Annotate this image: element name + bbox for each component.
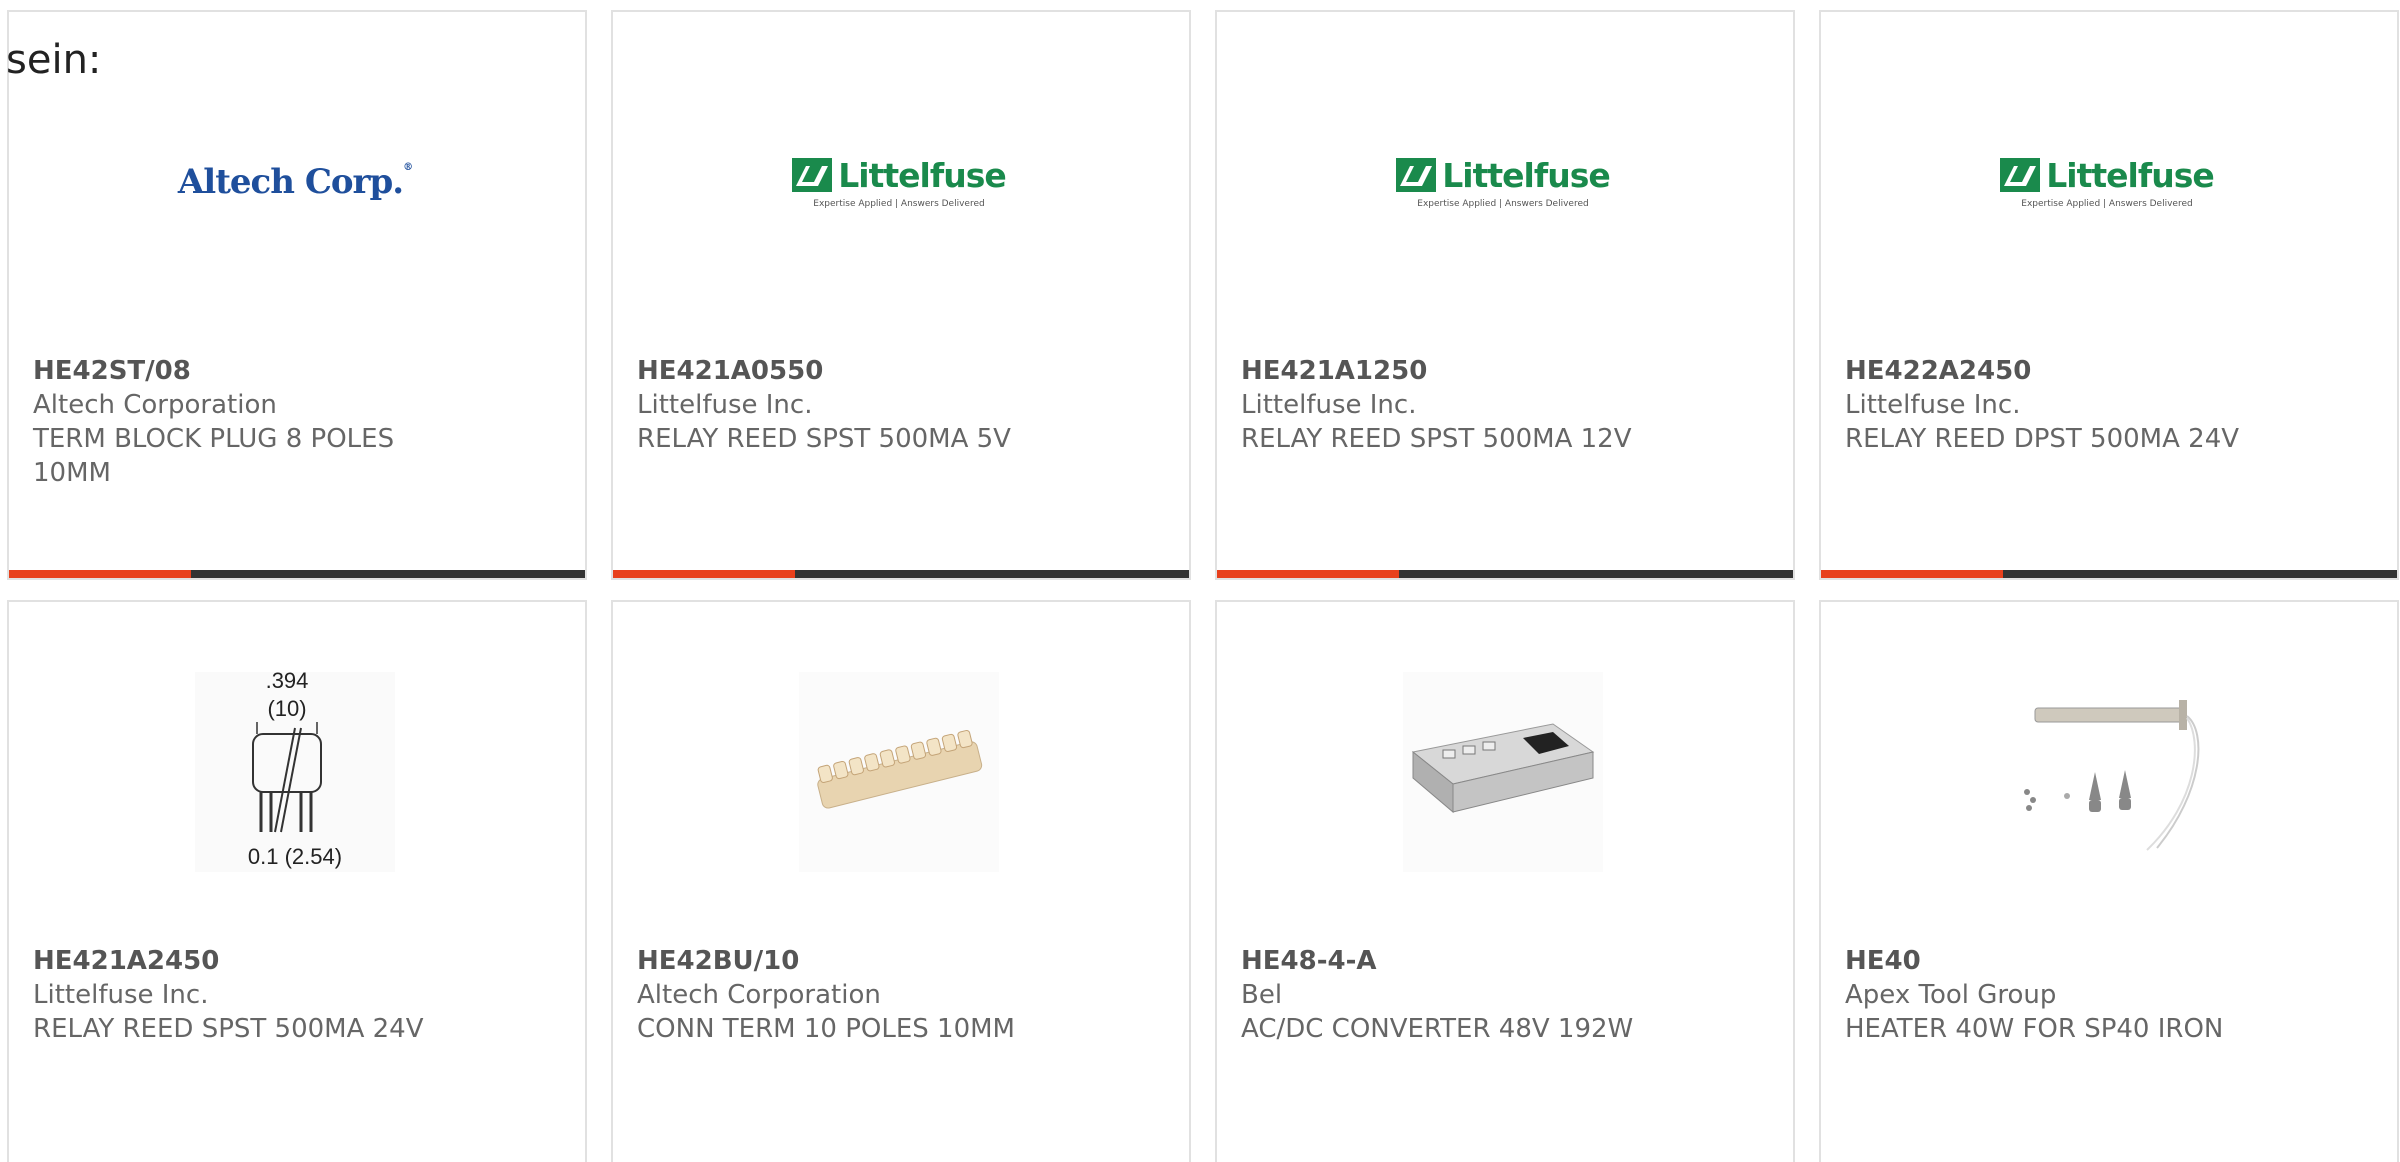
relay-dimension-drawing: .394 (10) 0.1 (2.54) (195, 672, 395, 872)
part-number[interactable]: HE421A2450 (33, 944, 561, 978)
part-number[interactable]: HE421A1250 (1241, 354, 1769, 388)
terminal-strip-icon (799, 672, 999, 872)
littelfuse-logo-image: Littelfuse Expertise Applied | Answers D… (2000, 82, 2215, 282)
part-number[interactable]: HE421A0550 (637, 354, 1165, 388)
product-card[interactable]: Altech Corp.® HE42ST/08 Altech Corporati… (7, 10, 587, 580)
altech-logo-image: Altech Corp.® (178, 82, 413, 282)
manufacturer: Apex Tool Group (1845, 980, 2057, 1010)
card-accent-bar (1821, 570, 2397, 578)
product-card[interactable]: HE40 Apex Tool Group HEATER 40W FOR SP40… (1819, 600, 2399, 1162)
product-info: HE422A2450 Littelfuse Inc. RELAY REED DP… (1845, 354, 2373, 456)
accent-segment (613, 570, 795, 578)
accent-segment (1217, 570, 1399, 578)
card-accent-bar (9, 570, 585, 578)
terminal-strip-photo (799, 672, 999, 872)
svg-text:0.1 (2.54): 0.1 (2.54) (248, 844, 342, 869)
part-number[interactable]: HE42ST/08 (33, 354, 561, 388)
manufacturer: Littelfuse Inc. (1241, 390, 1417, 420)
part-number[interactable]: HE42BU/10 (637, 944, 1165, 978)
manufacturer: Littelfuse Inc. (637, 390, 813, 420)
littelfuse-mark-icon (792, 158, 833, 192)
product-info: HE421A1250 Littelfuse Inc. RELAY REED SP… (1241, 354, 1769, 456)
product-info: HE48-4-A Bel AC/DC CONVERTER 48V 192W (1241, 944, 1769, 1046)
heater-element-photo (2007, 672, 2207, 872)
product-grid: Altech Corp.® HE42ST/08 Altech Corporati… (7, 10, 2399, 1162)
product-info: HE421A2450 Littelfuse Inc. RELAY REED SP… (33, 944, 561, 1046)
littelfuse-logo: Littelfuse Expertise Applied | Answers D… (792, 156, 1007, 209)
description: HEATER 40W FOR SP40 IRON (1845, 1014, 2224, 1044)
description: AC/DC CONVERTER 48V 192W (1241, 1014, 1634, 1044)
manufacturer: Altech Corporation (637, 980, 881, 1010)
svg-text:(10): (10) (267, 696, 306, 721)
product-card[interactable]: Littelfuse Expertise Applied | Answers D… (1215, 10, 1795, 580)
product-card[interactable]: Littelfuse Expertise Applied | Answers D… (611, 10, 1191, 580)
heater-element-icon (2007, 672, 2207, 872)
littelfuse-logo: Littelfuse Expertise Applied | Answers D… (2000, 156, 2215, 209)
part-number[interactable]: HE40 (1845, 944, 2373, 978)
manufacturer: Littelfuse Inc. (33, 980, 209, 1010)
intro-text: sein: (6, 37, 102, 83)
card-accent-bar (613, 570, 1189, 578)
part-number[interactable]: HE48-4-A (1241, 944, 1769, 978)
product-listing-page: sein: Altech Corp.® HE42ST/08 Altech Cor… (0, 0, 2400, 1162)
power-supply-icon (1403, 672, 1603, 872)
power-supply-photo (1403, 672, 1603, 872)
accent-segment (1821, 570, 2003, 578)
manufacturer: Altech Corporation (33, 390, 277, 420)
description: CONN TERM 10 POLES 10MM (637, 1014, 1015, 1044)
product-card[interactable]: Littelfuse Expertise Applied | Answers D… (1819, 10, 2399, 580)
littelfuse-logo-image: Littelfuse Expertise Applied | Answers D… (792, 82, 1007, 282)
littelfuse-mark-icon (2000, 158, 2041, 192)
part-number[interactable]: HE422A2450 (1845, 354, 2373, 388)
description: RELAY REED SPST 500MA 24V (33, 1014, 424, 1044)
product-card[interactable]: HE42BU/10 Altech Corporation CONN TERM 1… (611, 600, 1191, 1162)
product-info: HE40 Apex Tool Group HEATER 40W FOR SP40… (1845, 944, 2373, 1046)
altech-logo: Altech Corp.® (177, 162, 413, 202)
description: RELAY REED SPST 500MA 12V (1241, 424, 1632, 454)
description: RELAY REED SPST 500MA 5V (637, 424, 1011, 454)
product-card[interactable]: HE48-4-A Bel AC/DC CONVERTER 48V 192W (1215, 600, 1795, 1162)
description: RELAY REED DPST 500MA 24V (1845, 424, 2240, 454)
product-info: HE421A0550 Littelfuse Inc. RELAY REED SP… (637, 354, 1165, 456)
card-accent-bar (1217, 570, 1793, 578)
manufacturer: Bel (1241, 980, 1283, 1010)
description: TERM BLOCK PLUG 8 POLES 10MM (33, 424, 395, 488)
product-info: HE42ST/08 Altech Corporation TERM BLOCK … (33, 354, 561, 490)
product-card[interactable]: .394 (10) 0.1 (2.54) HE421A2450 Littelfu… (7, 600, 587, 1162)
littelfuse-mark-icon (1396, 158, 1437, 192)
svg-text:.394: .394 (266, 672, 309, 693)
littelfuse-logo-image: Littelfuse Expertise Applied | Answers D… (1396, 82, 1611, 282)
accent-segment (9, 570, 191, 578)
littelfuse-logo: Littelfuse Expertise Applied | Answers D… (1396, 156, 1611, 209)
manufacturer: Littelfuse Inc. (1845, 390, 2021, 420)
relay-drawing-icon: .394 (10) 0.1 (2.54) (195, 672, 395, 872)
product-info: HE42BU/10 Altech Corporation CONN TERM 1… (637, 944, 1165, 1046)
